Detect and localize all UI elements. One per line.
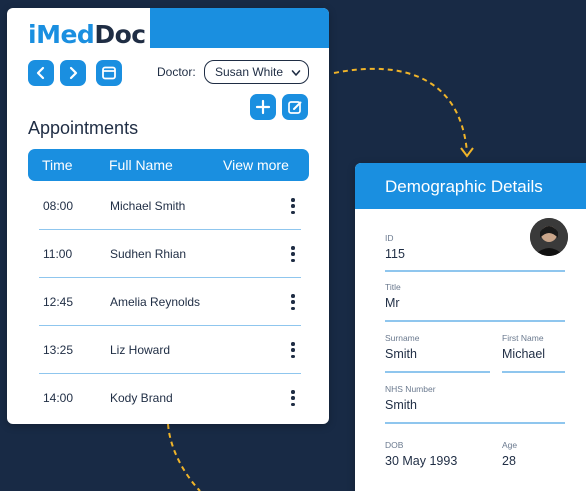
column-header-view-more[interactable]: View more xyxy=(223,157,289,173)
column-header-full-name: Full Name xyxy=(109,157,173,173)
chevron-left-icon xyxy=(36,66,45,80)
more-options-icon[interactable] xyxy=(287,244,299,264)
surname-label: Surname xyxy=(385,333,420,343)
dob-value: 30 May 1993 xyxy=(385,454,458,468)
table-row[interactable]: 13:25 Liz Howard xyxy=(39,327,301,374)
header-stripe xyxy=(150,8,329,48)
demographic-details-title: Demographic Details xyxy=(355,163,586,209)
title-field: Title Mr xyxy=(385,282,401,310)
nhs-number-label: NHS Number xyxy=(385,384,436,394)
table-row[interactable]: 14:00 Kody Brand xyxy=(39,375,301,422)
title-value: Mr xyxy=(385,296,400,310)
row-name: Kody Brand xyxy=(110,391,173,405)
plus-icon xyxy=(255,99,271,115)
row-time: 13:25 xyxy=(43,343,74,357)
row-name: Michael Smith xyxy=(110,199,186,213)
age-label: Age xyxy=(502,440,518,450)
avatar-image xyxy=(530,218,568,256)
app-logo: iMedDoc xyxy=(28,20,146,49)
first-name-value: Michael xyxy=(502,347,546,361)
add-appointment-button[interactable] xyxy=(250,94,276,120)
next-button[interactable] xyxy=(60,60,86,86)
doctor-select-value: Susan White xyxy=(215,65,284,79)
table-row[interactable]: 11:00 Sudhen Rhian xyxy=(39,231,301,278)
row-divider xyxy=(39,228,301,230)
row-divider xyxy=(39,276,301,278)
more-options-icon[interactable] xyxy=(287,340,299,360)
appointments-table-header: Time Full Name View more xyxy=(28,149,309,181)
dob-label: DOB xyxy=(385,440,404,450)
first-name-label: First Name xyxy=(502,333,544,343)
title-label: Title xyxy=(385,282,401,292)
row-name: Liz Howard xyxy=(110,343,171,357)
id-field: ID 115 xyxy=(385,233,405,261)
edit-icon xyxy=(288,101,302,114)
column-header-time: Time xyxy=(42,157,73,173)
nhs-number-field: NHS Number Smith xyxy=(385,384,436,412)
table-row[interactable]: 12:45 Amelia Reynolds xyxy=(39,279,301,326)
id-value: 115 xyxy=(385,247,405,261)
first-name-field: First Name Michael xyxy=(502,333,545,361)
chevron-down-icon xyxy=(291,70,301,76)
dob-field: DOB 30 May 1993 xyxy=(385,440,457,468)
appointments-card: iMedDoc Doctor: Susan White Appointments… xyxy=(7,8,329,424)
row-divider xyxy=(39,372,301,374)
appointments-title: Appointments xyxy=(28,118,139,138)
demographic-details-card: Demographic Details ID 115 Title Mr Surn… xyxy=(355,163,586,491)
prev-button[interactable] xyxy=(28,60,54,86)
age-value: 28 xyxy=(502,454,516,468)
row-time: 12:45 xyxy=(43,295,74,309)
more-options-icon[interactable] xyxy=(287,388,299,408)
field-divider xyxy=(502,371,565,373)
nhs-number-value: Smith xyxy=(385,398,417,412)
row-name: Sudhen Rhian xyxy=(110,247,187,261)
field-divider xyxy=(385,371,490,373)
field-divider xyxy=(385,270,565,272)
surname-value: Smith xyxy=(385,347,417,361)
row-time: 08:00 xyxy=(43,199,74,213)
calendar-icon xyxy=(102,66,116,80)
calendar-button[interactable] xyxy=(96,60,122,86)
more-options-icon[interactable] xyxy=(287,292,299,312)
row-name: Amelia Reynolds xyxy=(110,295,201,309)
chevron-right-icon xyxy=(69,66,78,80)
surname-field: Surname Smith xyxy=(385,333,420,361)
doctor-select[interactable]: Susan White xyxy=(204,60,309,84)
field-divider xyxy=(385,422,565,424)
more-options-icon[interactable] xyxy=(287,196,299,216)
row-divider xyxy=(39,324,301,326)
patient-avatar xyxy=(530,218,568,256)
table-row[interactable]: 08:00 Michael Smith xyxy=(39,183,301,230)
row-time: 11:00 xyxy=(43,247,73,261)
age-field: Age 28 xyxy=(502,440,517,468)
id-label: ID xyxy=(385,233,394,243)
edit-button[interactable] xyxy=(282,94,308,120)
row-time: 14:00 xyxy=(43,391,74,405)
field-divider xyxy=(385,320,565,322)
doctor-label: Doctor: xyxy=(157,65,196,79)
